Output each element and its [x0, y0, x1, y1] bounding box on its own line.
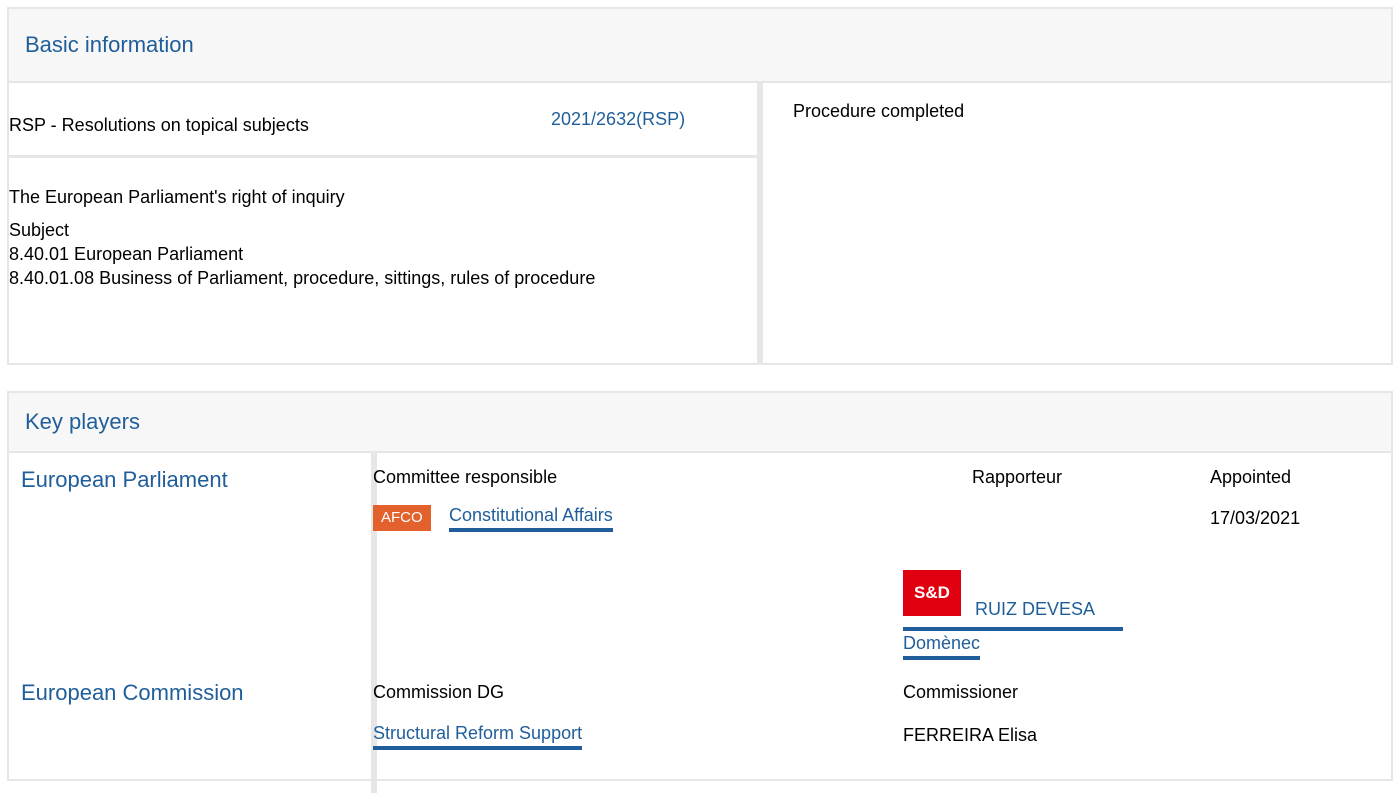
procedure-status: Procedure completed [793, 101, 965, 121]
subject-item: 8.40.01.08 Business of Parliament, proce… [9, 268, 596, 288]
procedure-type: RSP - Resolutions on topical subjects [9, 115, 309, 135]
basic-information-title: Basic information [25, 32, 194, 57]
party-logo-text: S&D [914, 583, 950, 602]
subject-item: 8.40.01 European Parliament [9, 244, 244, 264]
commissioner-label: Commissioner [903, 682, 1019, 702]
key-players-body: European Parliament Committee responsibl… [9, 453, 1391, 793]
rapporteur-underline [903, 627, 1123, 631]
commission-dg-label: Commission DG [373, 682, 505, 702]
appointed-label: Appointed [1210, 467, 1292, 487]
subject-block: Subject 8.40.01 European Parliament 8.40… [9, 218, 595, 290]
subject-label: Subject [9, 220, 70, 240]
procedure-type-row: RSP - Resolutions on topical subjects 20… [9, 83, 757, 158]
commission-dg-link[interactable]: Structural Reform Support [373, 723, 583, 750]
basic-information-header: Basic information [9, 9, 1391, 83]
key-players-panel: Key players European Parliament Committe… [7, 391, 1393, 793]
rapporteur-label: Rapporteur [972, 467, 1063, 487]
procedure-title: The European Parliament's right of inqui… [9, 187, 345, 207]
appointed-date: 17/03/2021 [1210, 508, 1301, 528]
rapporteur-name-line1-link[interactable]: RUIZ DEVESA [975, 599, 1095, 622]
party-logo-icon: S&D [903, 570, 961, 616]
basic-information-body: RSP - Resolutions on topical subjects 20… [9, 83, 1391, 365]
procedure-details-column: RSP - Resolutions on topical subjects 20… [9, 83, 763, 365]
rapporteur-name-line2-link[interactable]: Domènec [903, 633, 981, 660]
commissioner-name: FERREIRA Elisa [903, 725, 1038, 745]
procedure-reference-link[interactable]: 2021/2632(RSP) [551, 109, 685, 130]
institution-european-commission-link[interactable]: European Commission [21, 680, 244, 706]
key-players-title: Key players [25, 409, 140, 434]
committee-code-badge: AFCO [373, 505, 431, 531]
key-players-header: Key players [9, 393, 1391, 453]
committee-name-link[interactable]: Constitutional Affairs [449, 505, 613, 532]
basic-information-panel: Basic information RSP - Resolutions on t… [7, 7, 1393, 365]
committee-responsible-label: Committee responsible [373, 467, 558, 487]
institution-european-parliament-link[interactable]: European Parliament [21, 467, 228, 493]
